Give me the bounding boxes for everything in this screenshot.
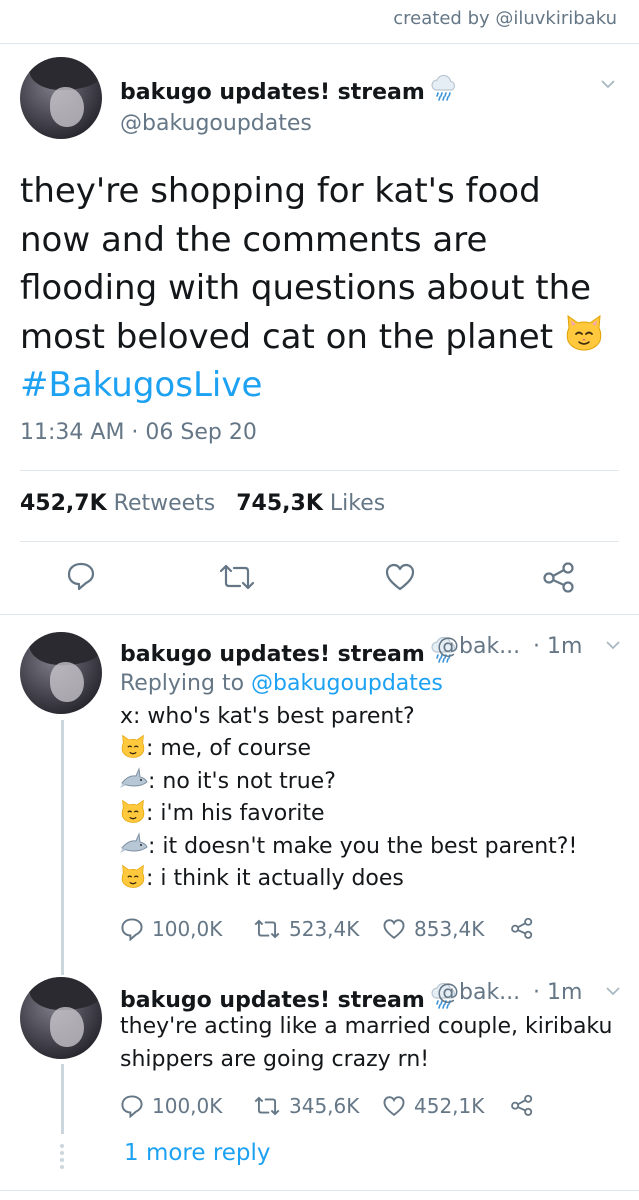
cat-face-icon: [566, 314, 602, 351]
reply-text-line: : it doesn't make you the best parent?!: [120, 831, 620, 864]
reply-author-name-text: bakugo updates! stream: [120, 988, 425, 1013]
rain-cloud-icon: [431, 74, 455, 101]
reply-icon[interactable]: [66, 561, 96, 591]
share-icon: [511, 1094, 533, 1116]
credit-text: created by @iluvkiribaku: [393, 8, 617, 29]
reply-author-name-text: bakugo updates! stream: [120, 642, 425, 667]
thread-line: [61, 720, 64, 975]
chevron-down-icon[interactable]: [601, 80, 615, 89]
more-replies-link[interactable]: 1 more reply: [124, 1140, 271, 1166]
reply-text-line: shippers are going crazy rn!: [120, 1046, 430, 1072]
cat-face-icon: [121, 864, 145, 888]
retweet-icon[interactable]: [218, 562, 256, 592]
reply-text-line: they're acting like a married couple, ki…: [120, 1014, 613, 1039]
like-heart-icon: [383, 1096, 405, 1116]
tweet-stats: 452,7K Retweets 745,3K Likes: [20, 491, 385, 516]
reply-time[interactable]: · 1m: [533, 634, 582, 659]
retweet-action[interactable]: 523,4K: [253, 917, 359, 941]
like-heart-icon[interactable]: [384, 562, 416, 592]
reply-line-text: : no it's not true?: [148, 768, 336, 794]
tweet-timestamp[interactable]: 11:34 AM · 06 Sep 20: [20, 420, 257, 445]
reply-icon: [121, 1095, 143, 1118]
author-name[interactable]: bakugo updates! stream: [120, 72, 459, 105]
like-action[interactable]: 452,1K: [382, 1094, 484, 1118]
like-count: 745,3K: [236, 491, 323, 516]
reply-text-line: : i think it actually does: [120, 863, 620, 896]
cat-face-icon: [121, 799, 145, 823]
reply-text-line: : i'm his favorite: [120, 798, 620, 831]
tweet-text-line: now and the comments are: [20, 219, 488, 260]
reply-line-text: : me, of course: [146, 736, 312, 761]
reply-action[interactable]: 100,0K: [120, 1094, 222, 1118]
author-name-text: bakugo updates! stream: [120, 80, 425, 105]
chevron-down-icon[interactable]: [606, 641, 620, 650]
reply-icon: [121, 918, 143, 941]
retweets-label: Retweets: [113, 491, 216, 516]
reply-line-text: : i think it actually does: [146, 866, 404, 891]
reply-author-name[interactable]: bakugo updates! stream: [120, 634, 459, 667]
reply-count: 100,0K: [152, 1094, 223, 1118]
top-divider: [0, 43, 639, 44]
like-count: 452,1K: [414, 1094, 485, 1118]
reply-author-handle[interactable]: @bak...: [437, 980, 520, 1005]
reply-body: they're acting like a married couple, ki…: [120, 1011, 620, 1076]
stats-bottom-divider: [20, 541, 619, 542]
share-icon: [511, 917, 533, 939]
mention-link[interactable]: @bakugoupdates: [251, 671, 443, 696]
thread-divider: [0, 614, 639, 615]
retweet-count-link[interactable]: 452,7K Retweets: [20, 491, 215, 516]
stats-top-divider: [20, 470, 619, 471]
author-avatar[interactable]: [20, 57, 102, 139]
retweet-action[interactable]: 345,6K: [253, 1094, 359, 1118]
like-action[interactable]: 853,4K: [382, 917, 484, 941]
reply-author-name[interactable]: bakugo updates! stream: [120, 980, 459, 1013]
chevron-down-icon[interactable]: [606, 987, 620, 996]
replying-prefix: Replying to: [120, 671, 245, 696]
reply-text-line: x: who's kat's best parent?: [120, 703, 415, 729]
thread-line: [61, 1064, 64, 1134]
author-handle[interactable]: @bakugoupdates: [120, 111, 312, 136]
thread-dots: [59, 1144, 65, 1172]
replying-to: Replying to @bakugoupdates: [120, 668, 620, 701]
retweet-count: 523,4K: [289, 917, 360, 941]
retweet-count: 452,7K: [20, 491, 107, 516]
reply-text-line: : no it's not true?: [120, 766, 620, 799]
reply-line-text: : it doesn't make you the best parent?!: [148, 833, 578, 859]
bottom-divider: [0, 1190, 639, 1191]
reply-action[interactable]: 100,0K: [120, 917, 222, 941]
tweet-text: they're shopping for kat's food now and …: [20, 167, 620, 410]
reply-count: 100,0K: [152, 917, 223, 941]
reply-avatar[interactable]: [20, 632, 102, 714]
reply-time[interactable]: · 1m: [533, 980, 582, 1005]
retweet-count: 345,6K: [289, 1094, 360, 1118]
tweet-text-line-with-emoji: most beloved cat on the planet: [20, 313, 620, 362]
tweet-text-line: flooding with questions about the: [20, 268, 592, 308]
retweet-icon: [254, 1096, 280, 1116]
reply-avatar[interactable]: [20, 977, 102, 1059]
reply-author-handle[interactable]: @bak...: [437, 634, 520, 659]
reply-body: Replying to @bakugoupdates x: who's kat'…: [120, 668, 620, 896]
like-heart-icon: [383, 919, 405, 939]
like-count-link[interactable]: 745,3K Likes: [236, 491, 385, 516]
cat-face-icon: [121, 734, 145, 758]
like-count: 853,4K: [414, 917, 485, 941]
share-icon[interactable]: [542, 561, 576, 593]
likes-label: Likes: [329, 491, 386, 516]
tweet-text-line: most beloved cat on the planet: [20, 316, 554, 357]
shark-icon: [120, 766, 148, 788]
retweet-icon: [254, 919, 280, 939]
share-action[interactable]: [510, 917, 542, 939]
shark-icon: [120, 831, 148, 853]
reply-line-text: : i'm his favorite: [146, 801, 325, 826]
hashtag-link[interactable]: #BakugosLive: [20, 361, 620, 410]
share-action[interactable]: [510, 1094, 542, 1116]
tweet-text-line: they're shopping for kat's food: [20, 171, 541, 211]
reply-text-line: : me, of course: [120, 733, 620, 766]
